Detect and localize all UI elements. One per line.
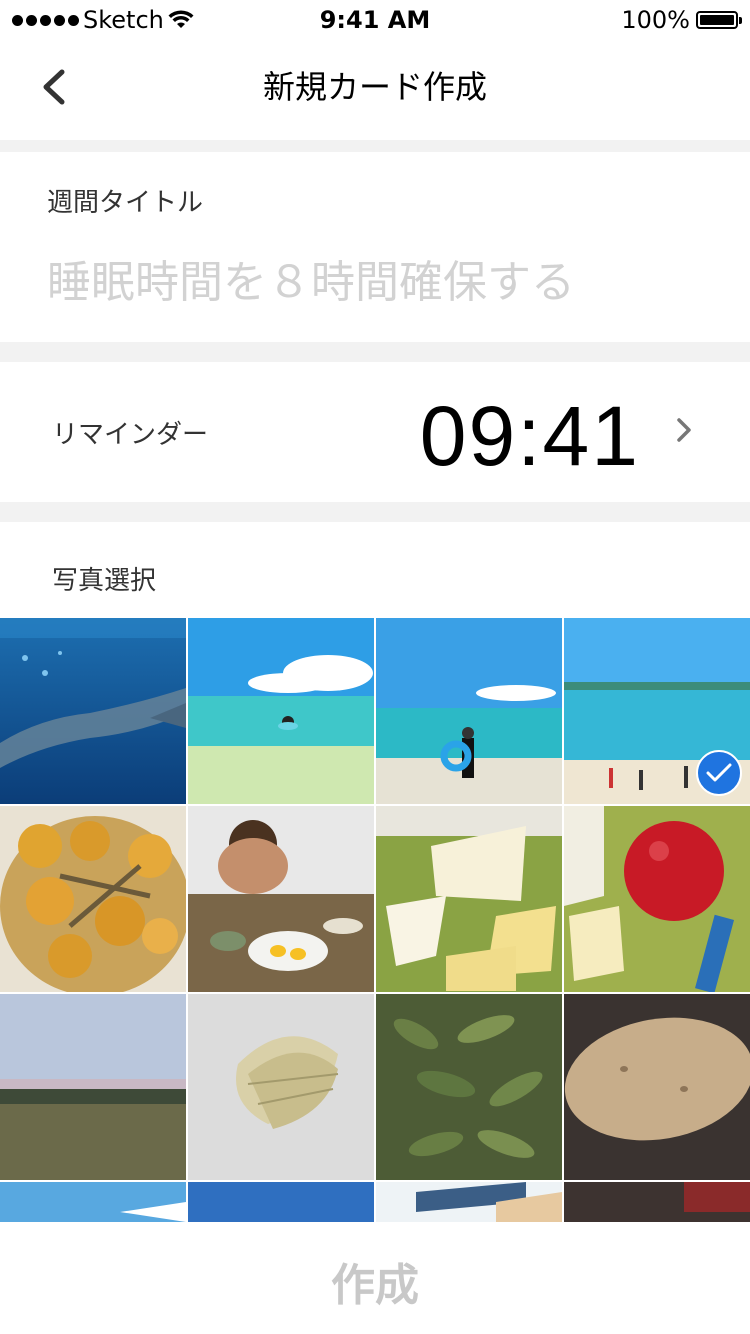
battery-icon (696, 11, 742, 29)
reminder-label: リマインダー (52, 420, 209, 450)
create-button[interactable]: 作成 (0, 1248, 750, 1314)
weekly-title-section: 週間タイトル (0, 152, 750, 342)
photo-dried-leaves[interactable] (188, 994, 374, 1180)
photo-selected-badge (696, 750, 742, 796)
battery-info: 100% (621, 6, 742, 34)
photo-beach-person-float[interactable] (376, 618, 562, 804)
photo-aquarium-whale-shark[interactable] (0, 618, 186, 804)
reminder-time[interactable]: 09:41 (420, 388, 640, 485)
photo-beach-people[interactable] (564, 618, 750, 804)
photo-cheese-plate[interactable] (376, 806, 562, 992)
photo-sky-partial[interactable] (0, 1182, 186, 1222)
nav-bar: 新規カード作成 (0, 40, 750, 140)
photo-field-landscape[interactable] (0, 994, 186, 1180)
photo-dark-partial[interactable] (564, 1182, 750, 1222)
status-bar: Sketch 9:41 AM 100% (0, 0, 750, 40)
photo-apple-cheese[interactable] (564, 806, 750, 992)
reminder-row[interactable]: リマインダー 09:41 (0, 362, 750, 502)
battery-percent: 100% (621, 6, 690, 34)
page-title: 新規カード作成 (262, 68, 487, 106)
photo-potatoes-fish[interactable] (0, 806, 186, 992)
checkmark-icon (706, 763, 732, 782)
weekly-title-label: 週間タイトル (47, 188, 204, 218)
photo-grid (0, 618, 750, 1222)
photo-edamame[interactable] (376, 994, 562, 1180)
photo-beach-swimmer[interactable] (188, 618, 374, 804)
create-bar: 作成 (0, 1222, 750, 1334)
chevron-right-icon[interactable] (670, 416, 698, 444)
weekly-title-input[interactable] (47, 250, 707, 314)
photo-person-breakfast[interactable] (188, 806, 374, 992)
photo-blue-partial[interactable] (188, 1182, 374, 1222)
photo-structure-partial[interactable] (376, 1182, 562, 1222)
photo-section: 写真選択 (0, 522, 750, 618)
photo-potato[interactable] (564, 994, 750, 1180)
photo-section-label: 写真選択 (52, 566, 157, 596)
